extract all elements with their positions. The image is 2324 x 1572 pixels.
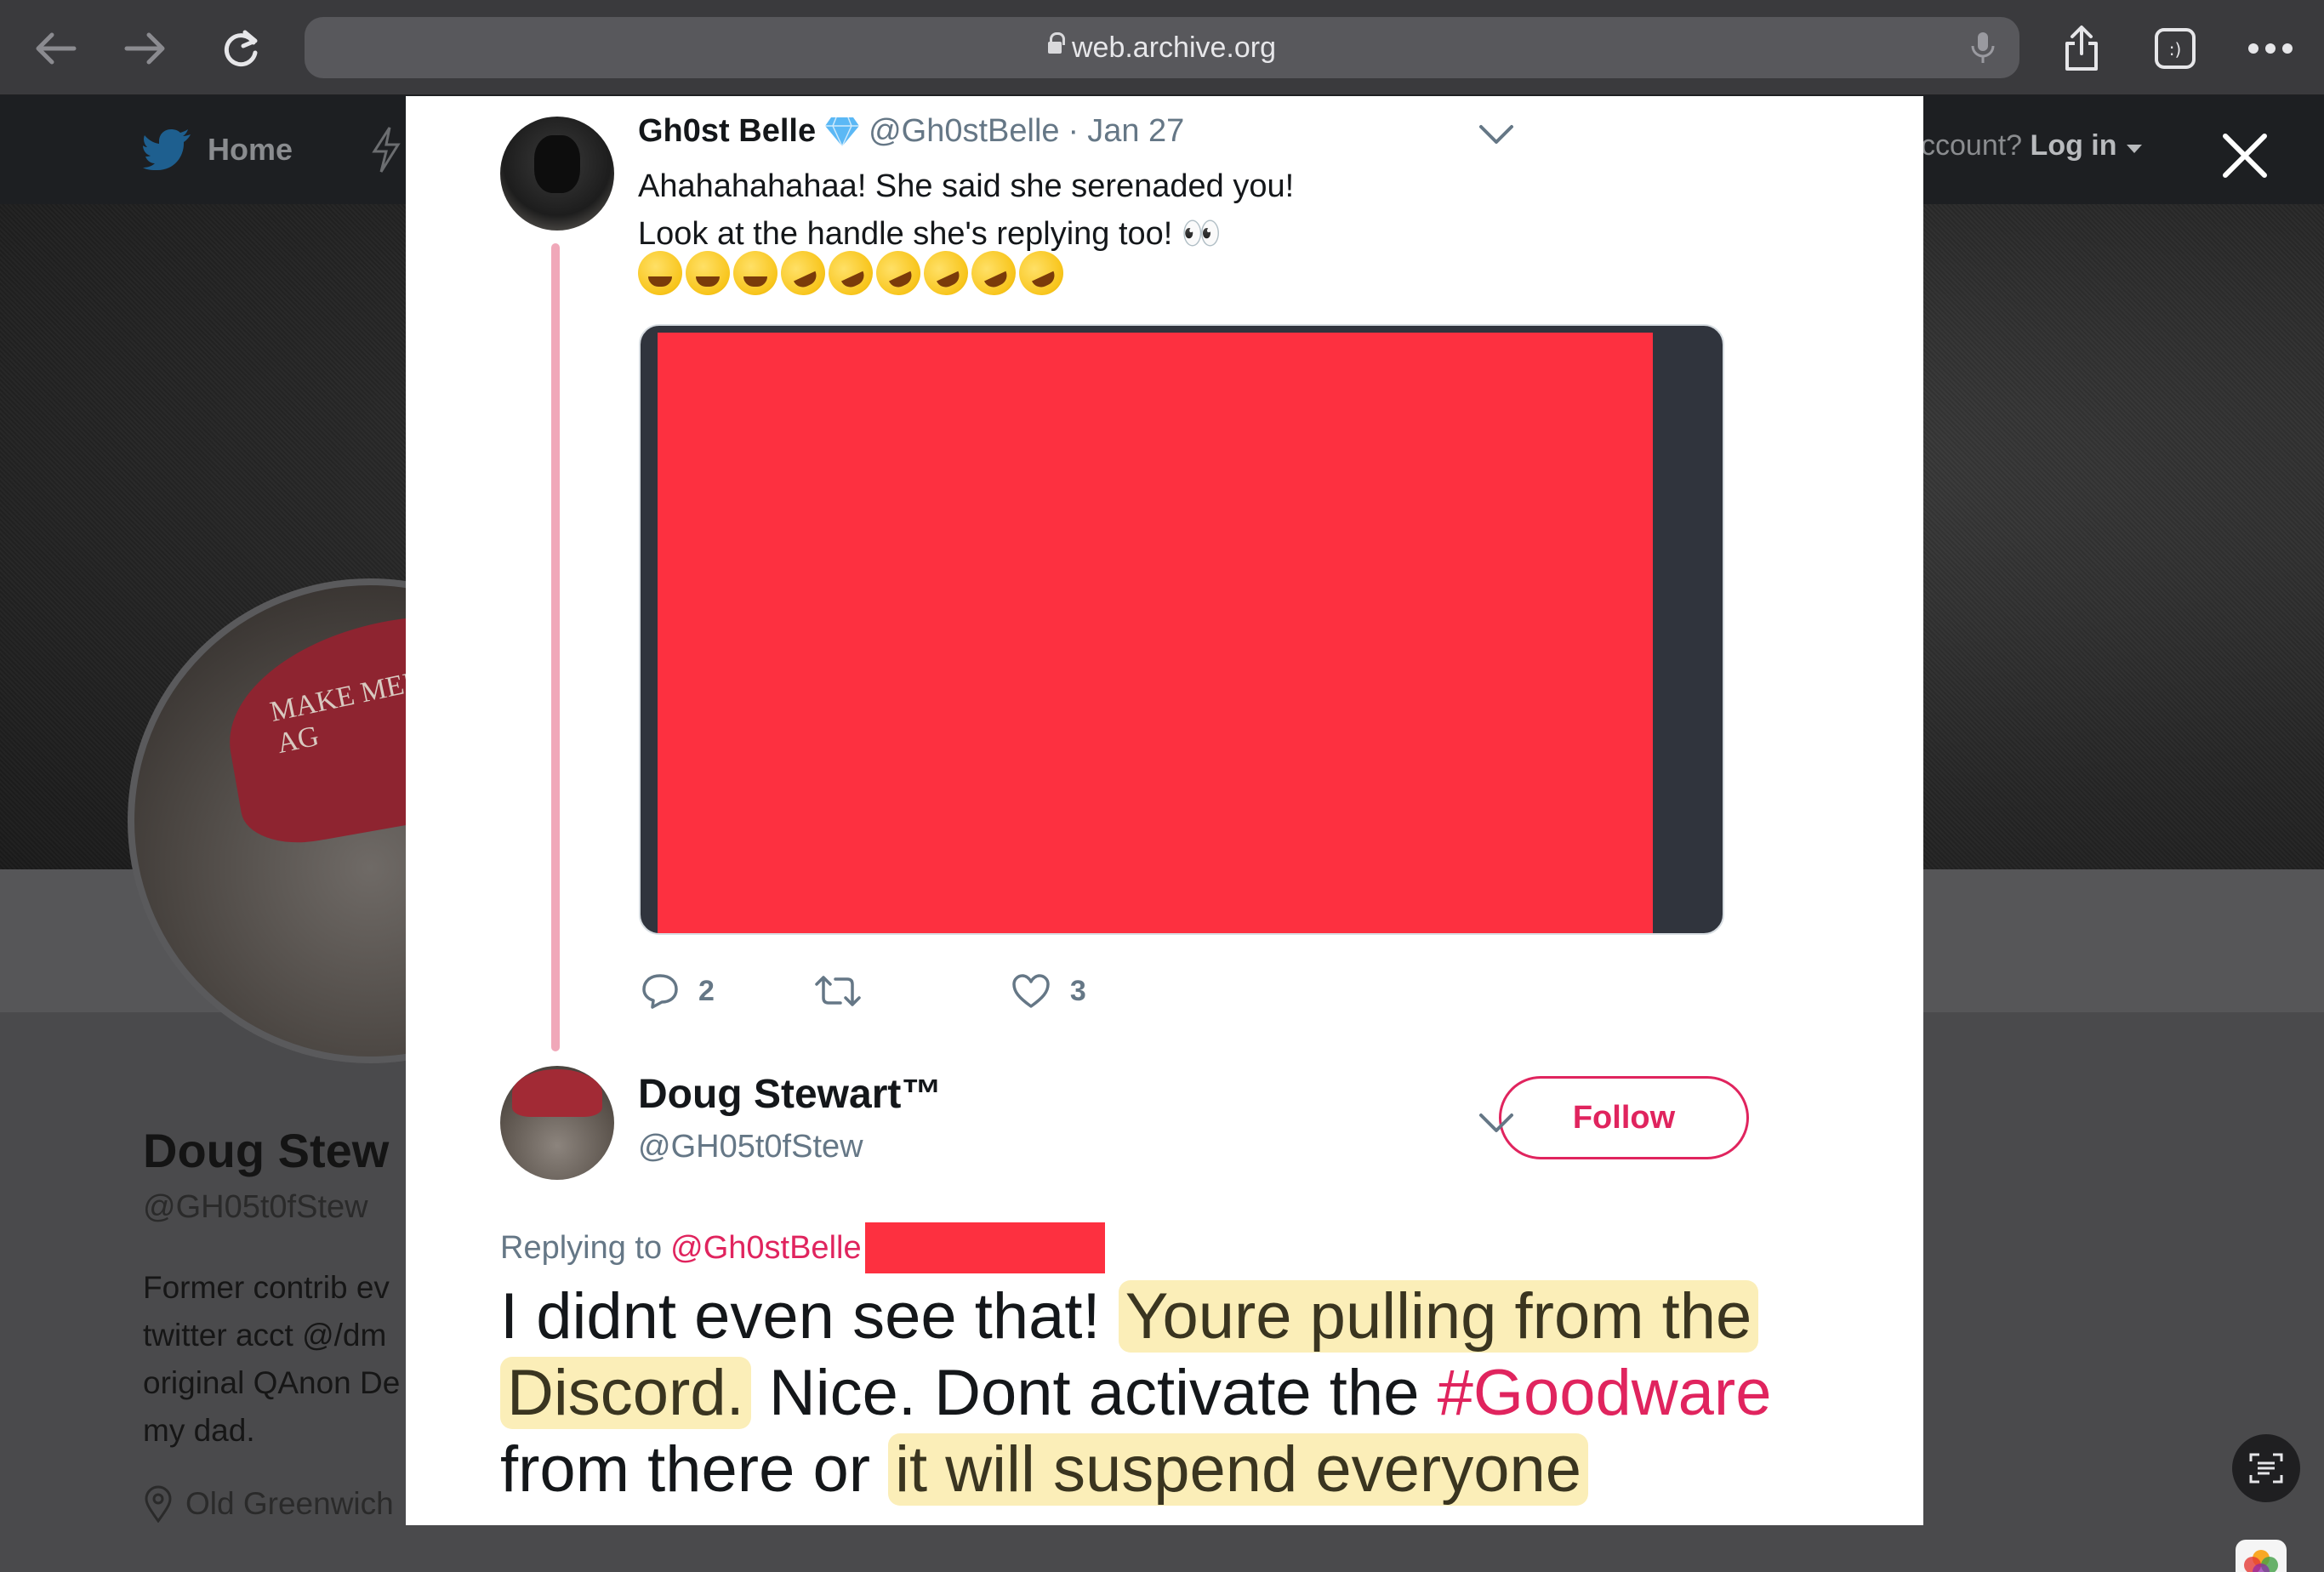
- reply-icon: [642, 974, 678, 1009]
- login-prompt[interactable]: ccount? Log in: [1921, 129, 2144, 162]
- more-icon[interactable]: [2241, 19, 2300, 78]
- separator-dot: ·: [1068, 113, 1079, 149]
- nav-home-link[interactable]: Home: [143, 129, 293, 170]
- highlighted-text: it will suspend everyone: [888, 1433, 1589, 1506]
- share-icon[interactable]: [2052, 19, 2111, 78]
- lightning-icon: [372, 127, 401, 173]
- rolling-laughing-emoji-icon: [869, 243, 928, 303]
- chevron-down-icon[interactable]: [1478, 1110, 1515, 1136]
- tweet-modal: Gh0st Belle @Gh0stBelle · Jan 27 Ahahaha…: [406, 96, 1923, 1525]
- photos-app-icon[interactable]: [2236, 1540, 2287, 1572]
- replying-mention-link[interactable]: @Gh0stBelle: [670, 1230, 861, 1267]
- back-icon[interactable]: [26, 19, 85, 78]
- like-count: 3: [1069, 974, 1086, 1007]
- text-recognition-button[interactable]: [2232, 1434, 2300, 1502]
- replying-to: Replying to @Gh0stBelle: [500, 1222, 1105, 1273]
- highlighted-text: Discord.: [500, 1357, 751, 1429]
- tweet2-text: from there or: [500, 1433, 871, 1506]
- heart-icon: [1012, 974, 1050, 1008]
- tweet2-text: Nice. Dont activate the: [768, 1357, 1420, 1429]
- reply-action[interactable]: 2: [641, 972, 715, 1010]
- microphone-icon[interactable]: [1970, 31, 1996, 69]
- like-action[interactable]: 3: [1011, 972, 1086, 1010]
- follow-button[interactable]: Follow: [1499, 1076, 1749, 1159]
- bio-line: my dad.: [143, 1413, 255, 1448]
- replying-prefix: Replying to: [500, 1229, 663, 1266]
- address-bar[interactable]: web.archive.org: [305, 17, 2019, 78]
- rolling-laughing-emoji-icon: [916, 243, 976, 303]
- tweet2-text: I didnt even see that!: [500, 1280, 1101, 1353]
- tweet1-line: Ahahahahahaa! She said she serenaded you…: [638, 168, 1295, 204]
- highlighted-text: Youre pulling from the: [1118, 1280, 1759, 1353]
- caret-down-icon: [2126, 145, 2142, 153]
- rolling-laughing-emoji-icon: [1011, 243, 1071, 303]
- redaction-box: [658, 333, 1653, 933]
- tabs-icon[interactable]: :): [2145, 19, 2205, 78]
- tweet1-media[interactable]: [639, 324, 1724, 935]
- tweet1-body: Ahahahahahaa! She said she serenaded you…: [638, 162, 1294, 258]
- reply-count: 2: [698, 974, 715, 1007]
- login-link[interactable]: Log in: [2031, 129, 2117, 162]
- location-text: Old Greenwich: [185, 1486, 394, 1521]
- account-prompt-text: ccount?: [1921, 129, 2023, 162]
- emoji-row: [638, 243, 1071, 303]
- profile-bio: Former contrib ev twitter acct @/dm orig…: [143, 1264, 449, 1455]
- reload-icon[interactable]: [211, 19, 271, 78]
- profile-handle: @GH05t0fStew: [143, 1189, 368, 1225]
- diamond-emoji-icon: [825, 117, 860, 148]
- tears-of-joy-emoji-icon: [686, 251, 730, 295]
- tweet1-author-name[interactable]: Gh0st Belle: [638, 113, 816, 150]
- tweet2-body: I didnt even see that! Youre pulling fro…: [500, 1279, 1895, 1508]
- profile-location: Old Greenwich: [143, 1485, 394, 1523]
- bio-line: original QAnon De: [143, 1365, 401, 1400]
- tweet2-author-handle[interactable]: @GH05t0fStew: [638, 1129, 863, 1165]
- rolling-laughing-emoji-icon: [964, 243, 1023, 303]
- svg-text::): :): [2169, 39, 2182, 60]
- tweet2-author-name[interactable]: Doug Stewart™: [638, 1071, 942, 1118]
- doug-avatar[interactable]: [500, 1066, 614, 1180]
- chevron-down-icon[interactable]: [1478, 122, 1515, 147]
- tears-of-joy-emoji-icon: [638, 251, 682, 295]
- bio-line: twitter acct @/dm: [143, 1318, 387, 1353]
- twitter-bird-icon: [143, 129, 191, 170]
- bio-line: Former contrib ev: [143, 1270, 390, 1305]
- url-text: web.archive.org: [1071, 31, 1276, 64]
- url-display: web.archive.org: [305, 17, 2019, 78]
- tweet1-date[interactable]: Jan 27: [1087, 113, 1184, 150]
- lock-icon: [1047, 32, 1065, 56]
- tears-of-joy-emoji-icon: [733, 251, 778, 295]
- retweet-action[interactable]: [815, 974, 861, 1008]
- profile-name: Doug Stew: [143, 1124, 390, 1177]
- rolling-laughing-emoji-icon: [773, 243, 833, 303]
- close-modal-button[interactable]: [2215, 126, 2275, 185]
- rolling-laughing-emoji-icon: [821, 243, 880, 303]
- redaction-box: [864, 1222, 1105, 1273]
- tweet1-header: Gh0st Belle @Gh0stBelle · Jan 27: [638, 113, 1184, 150]
- tweet1-actions: 2 3: [641, 972, 1086, 1010]
- scan-text-icon: [2249, 1453, 2283, 1484]
- forward-icon[interactable]: [116, 19, 175, 78]
- hashtag-link[interactable]: #Goodware: [1438, 1357, 1772, 1429]
- retweet-icon: [815, 976, 861, 1006]
- location-pin-icon: [145, 1485, 172, 1523]
- thread-connector-line: [551, 243, 560, 1051]
- nav-home-label: Home: [208, 132, 293, 167]
- belle-avatar[interactable]: [500, 117, 614, 231]
- browser-toolbar: web.archive.org :): [0, 0, 2324, 95]
- tweet1-author-handle[interactable]: @Gh0stBelle: [869, 113, 1059, 150]
- close-icon: [2223, 134, 2267, 178]
